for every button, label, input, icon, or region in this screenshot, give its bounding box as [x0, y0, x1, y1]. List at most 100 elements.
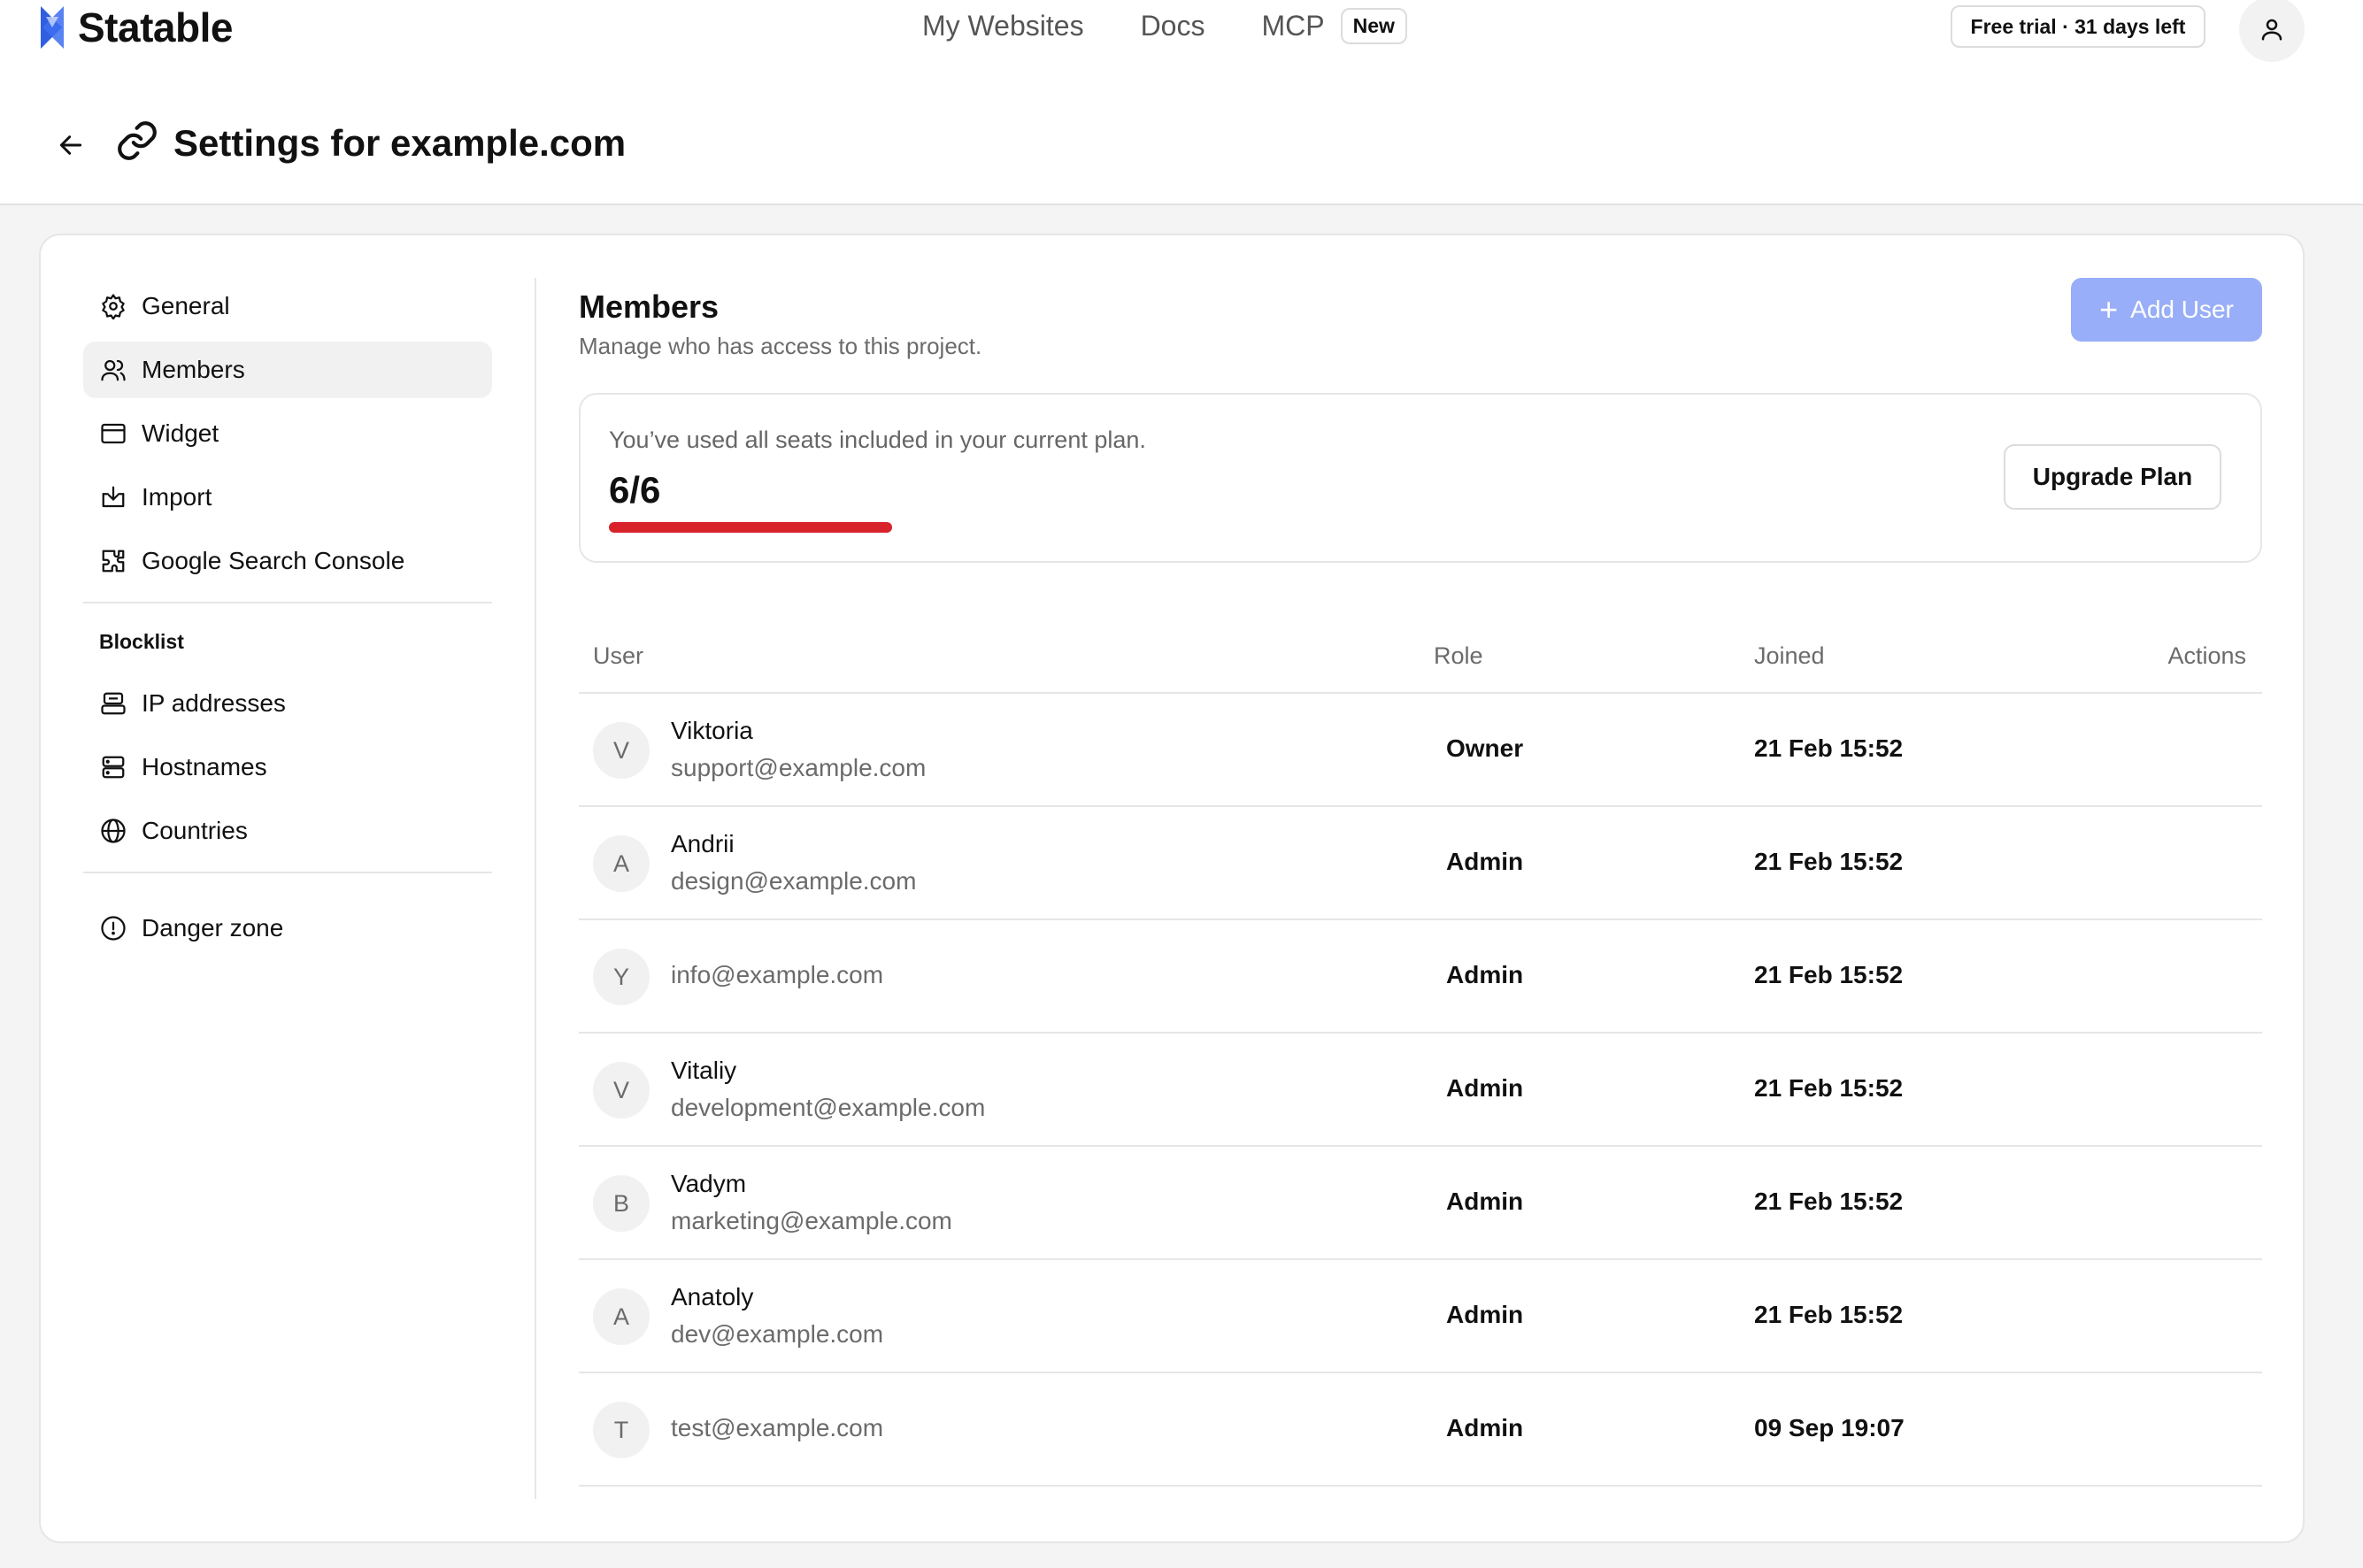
table-header: User Role Joined Actions: [579, 623, 2262, 694]
link-icon-wrap: [115, 119, 159, 163]
user-email: marketing@example.com: [671, 1207, 952, 1234]
ip-icon: [99, 689, 127, 718]
nav-my-websites[interactable]: My Websites: [922, 10, 1084, 42]
user-joined: 21 Feb 15:52: [1754, 1188, 1904, 1215]
user-email: test@example.com: [671, 1414, 884, 1441]
user-name: Vadym: [671, 1170, 747, 1197]
seats-progress-bar: [609, 522, 892, 533]
upgrade-plan-button[interactable]: Upgrade Plan: [2004, 444, 2221, 510]
user-name: Andrii: [671, 830, 735, 857]
sidebar-item-label: General: [142, 292, 230, 319]
avatar: B: [593, 1175, 650, 1232]
sidebar-item-label: Members: [142, 356, 245, 383]
sidebar-item-members[interactable]: Members: [83, 342, 492, 398]
sidebar-item-label: Google Search Console: [142, 547, 405, 574]
column-header-role: Role: [1434, 642, 1483, 669]
add-user-label: Add User: [2130, 296, 2234, 323]
sidebar-item-danger-zone[interactable]: Danger zone: [83, 900, 492, 957]
user-joined: 09 Sep 19:07: [1754, 1414, 1905, 1441]
gear-icon: [99, 292, 127, 320]
user-icon: [2261, 19, 2282, 41]
main-nav: My Websites Docs MCP New: [922, 0, 1407, 51]
avatar: T: [593, 1402, 650, 1458]
members-section: Members Manage who has access to this pr…: [579, 278, 2262, 1487]
sidebar-item-ip-addresses[interactable]: IP addresses: [83, 675, 492, 732]
seats-progress-fill: [609, 522, 892, 533]
sidebar-item-label: Widget: [142, 419, 219, 447]
trial-badge[interactable]: Free trial · 31 days left: [1951, 5, 2205, 48]
logo[interactable]: Statable: [35, 2, 233, 53]
user-role: Admin: [1446, 961, 1524, 988]
sidebar-item-general[interactable]: General: [83, 278, 492, 334]
sidebar-item-import[interactable]: Import: [83, 469, 492, 526]
avatar: V: [593, 1062, 650, 1118]
link-icon: [118, 121, 157, 160]
user-role: Admin: [1446, 1414, 1524, 1441]
seats-message: You’ve used all seats included in your c…: [609, 427, 1146, 453]
section-subtitle: Manage who has access to this project.: [579, 333, 982, 359]
sidebar-item-countries[interactable]: Countries: [83, 803, 492, 859]
nav-docs[interactable]: Docs: [1141, 10, 1205, 42]
globe-icon: [99, 817, 127, 845]
table-row[interactable]: V Viktoria support@example.com Owner 21 …: [579, 694, 2262, 807]
browser-window-icon: [99, 419, 127, 448]
plus-icon: +: [2099, 291, 2119, 327]
table-row[interactable]: B Vadym marketing@example.com Admin 21 F…: [579, 1147, 2262, 1260]
table-row[interactable]: A Anatoly dev@example.com Admin 21 Feb 1…: [579, 1260, 2262, 1373]
user-email: development@example.com: [671, 1094, 986, 1121]
sidebar-item-label: Countries: [142, 817, 248, 844]
sidebar-item-label: IP addresses: [142, 689, 286, 717]
user-joined: 21 Feb 15:52: [1754, 961, 1904, 988]
sidebar-divider: [83, 872, 492, 873]
avatar: V: [593, 722, 650, 779]
alert-circle-icon: [99, 914, 127, 942]
settings-card: General Members Widget Import Google Sea…: [39, 234, 2305, 1543]
blocklist-heading: Blocklist: [99, 630, 184, 653]
user-email: dev@example.com: [671, 1320, 884, 1348]
server-icon: [99, 753, 127, 781]
nav-mcp[interactable]: MCP: [1261, 10, 1324, 42]
back-button[interactable]: [53, 127, 89, 163]
sidebar-divider: [83, 602, 492, 603]
sidebar-item-label: Hostnames: [142, 753, 267, 780]
avatar: A: [593, 1288, 650, 1345]
user-role: Owner: [1446, 734, 1524, 762]
user-email: info@example.com: [671, 961, 884, 988]
column-header-actions: Actions: [2167, 642, 2246, 669]
user-role: Admin: [1446, 1074, 1524, 1102]
user-email: support@example.com: [671, 754, 927, 781]
settings-sidebar: General Members Widget Import Google Sea…: [83, 278, 492, 964]
import-icon: [99, 483, 127, 511]
app-name: Statable: [78, 4, 233, 50]
statable-logo-icon: [41, 6, 64, 49]
vertical-divider: [535, 278, 536, 1499]
table-row[interactable]: Y info@example.com Admin 21 Feb 15:52: [579, 920, 2262, 1034]
table-row[interactable]: V Vitaliy development@example.com Admin …: [579, 1034, 2262, 1147]
user-name: Viktoria: [671, 717, 753, 744]
seats-usage-panel: You’ve used all seats included in your c…: [579, 393, 2262, 563]
arrow-left-icon: [59, 135, 82, 155]
column-header-user: User: [593, 642, 644, 669]
users-icon: [99, 356, 127, 384]
user-joined: 21 Feb 15:52: [1754, 734, 1904, 762]
user-name: Vitaliy: [671, 1057, 737, 1084]
user-role: Admin: [1446, 848, 1524, 875]
user-joined: 21 Feb 15:52: [1754, 1301, 1904, 1328]
sidebar-item-hostnames[interactable]: Hostnames: [83, 739, 492, 796]
user-joined: 21 Feb 15:52: [1754, 848, 1904, 875]
account-button[interactable]: [2239, 0, 2305, 62]
section-title: Members: [579, 288, 720, 325]
user-email: design@example.com: [671, 867, 917, 895]
sidebar-item-widget[interactable]: Widget: [83, 405, 492, 462]
table-row[interactable]: T test@example.com Admin 09 Sep 19:07: [579, 1373, 2262, 1487]
new-badge: New: [1340, 7, 1407, 44]
seats-count: 6/6: [609, 469, 661, 511]
user-name: Anatoly: [671, 1283, 754, 1311]
user-role: Admin: [1446, 1301, 1524, 1328]
page-title: Settings for example.com: [173, 122, 627, 164]
sidebar-item-google-search-console[interactable]: Google Search Console: [83, 533, 492, 589]
table-row[interactable]: A Andrii design@example.com Admin 21 Feb…: [579, 807, 2262, 920]
add-user-button[interactable]: + Add User: [2071, 278, 2262, 342]
avatar: Y: [593, 949, 650, 1005]
user-role: Admin: [1446, 1188, 1524, 1215]
